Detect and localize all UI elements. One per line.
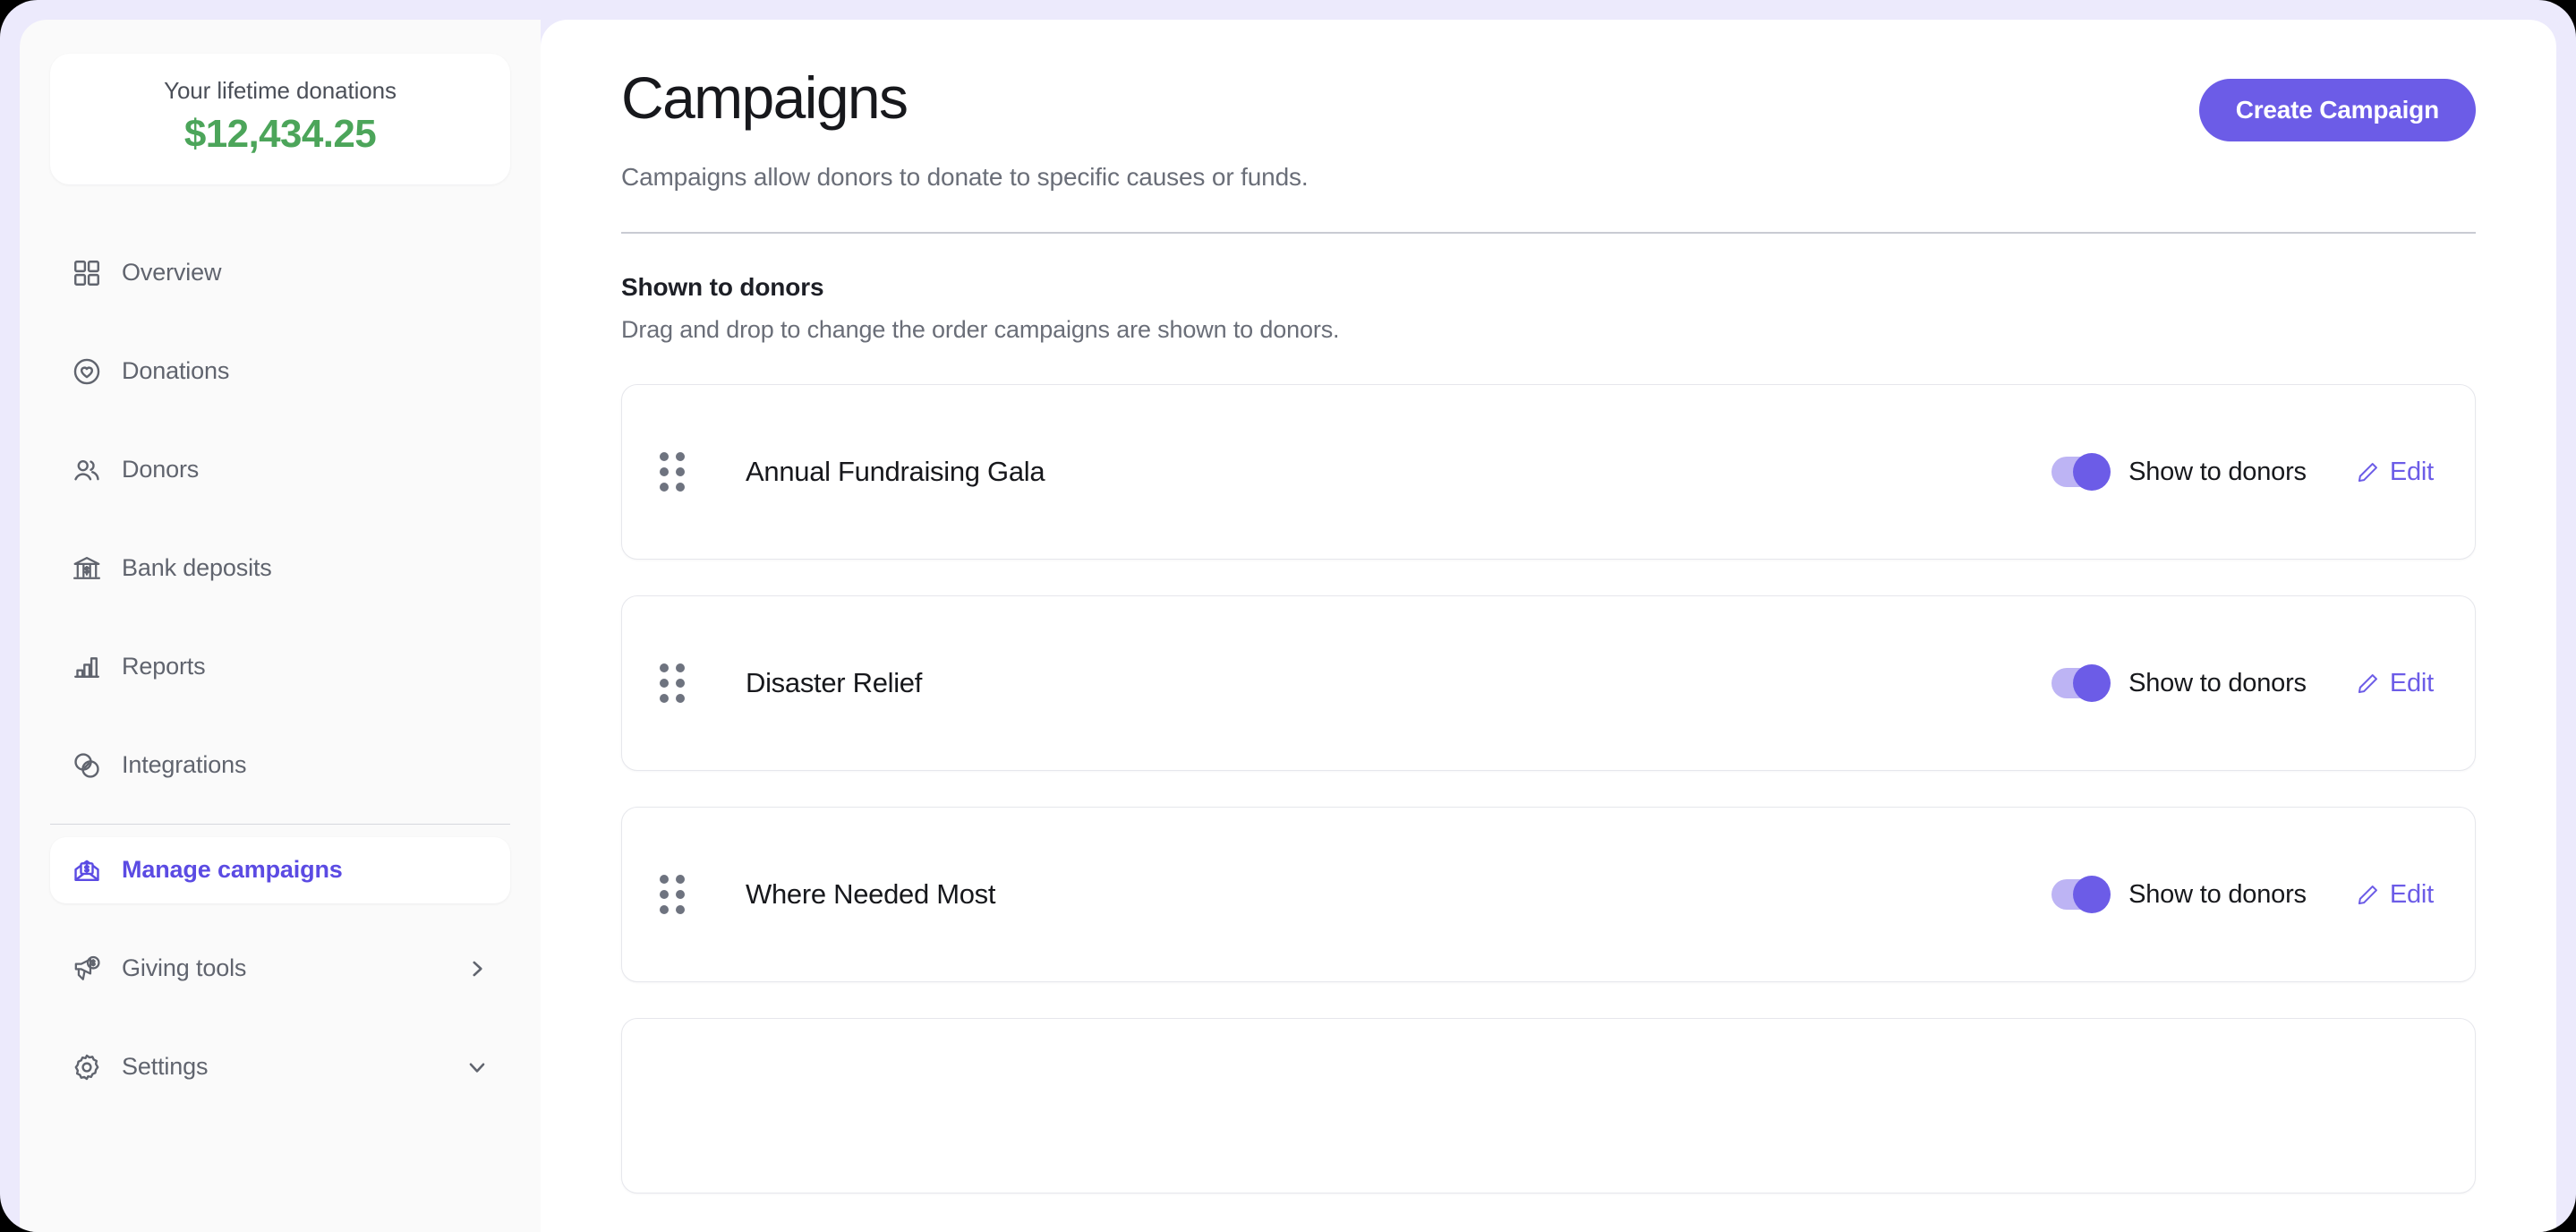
sidebar-item-label: Integrations <box>122 751 247 779</box>
chevron-down-icon[interactable] <box>465 1056 489 1079</box>
gear-icon <box>72 1052 102 1082</box>
users-icon <box>72 455 102 485</box>
sidebar-divider <box>50 823 510 825</box>
megaphone-money-icon <box>72 954 102 984</box>
venn-circles-icon <box>72 750 102 781</box>
edit-campaign-link[interactable]: Edit <box>2356 669 2434 698</box>
chevron-right-icon[interactable] <box>465 957 489 980</box>
campaign-row[interactable]: Where Needed Most Show to donors Edit <box>621 807 2476 982</box>
sidebar-item-label: Donors <box>122 456 200 483</box>
campaign-row-partial[interactable] <box>621 1018 2476 1194</box>
campaign-list: Annual Fundraising Gala Show to donors E… <box>621 384 2476 1194</box>
lifetime-donations-label: Your lifetime donations <box>164 77 397 104</box>
main-content-panel: Campaigns Create Campaign Campaigns allo… <box>541 20 2556 1232</box>
sidebar-item-label: Giving tools <box>122 954 247 982</box>
edit-label: Edit <box>2389 457 2434 486</box>
show-to-donors-label: Show to donors <box>2128 457 2307 486</box>
show-to-donors-toggle[interactable] <box>2051 876 2111 913</box>
drag-handle-icon[interactable] <box>660 875 690 914</box>
sidebar-nav: Overview Donations Donors Bank deposits … <box>50 240 510 1100</box>
page-header: Campaigns Create Campaign <box>621 64 2476 141</box>
edit-label: Edit <box>2389 879 2434 909</box>
sidebar-item-bank-deposits[interactable]: Bank deposits <box>50 535 510 602</box>
page-subtitle: Campaigns allow donors to donate to spec… <box>621 163 1309 191</box>
campaign-controls: Show to donors Edit <box>2051 876 2434 913</box>
drag-handle-icon[interactable] <box>660 663 690 703</box>
lifetime-donations-amount: $12,434.25 <box>183 112 377 157</box>
sidebar-item-label: Overview <box>122 259 222 287</box>
campaign-row[interactable]: Annual Fundraising Gala Show to donors E… <box>621 384 2476 560</box>
section-heading: Shown to donors <box>621 273 824 301</box>
header-divider <box>621 232 2476 234</box>
campaign-name: Annual Fundraising Gala <box>746 456 1045 487</box>
heart-circle-icon <box>72 356 102 387</box>
show-to-donors-label: Show to donors <box>2128 879 2307 909</box>
sidebar-item-label: Manage campaigns <box>122 856 343 884</box>
app-shell: Your lifetime donations $12,434.25 Overv <box>20 20 2556 1232</box>
envelope-money-icon <box>72 855 102 886</box>
sidebar-item-integrations[interactable]: Integrations <box>50 732 510 799</box>
campaign-name: Disaster Relief <box>746 667 923 698</box>
sidebar-item-donors[interactable]: Donors <box>50 437 510 503</box>
pencil-icon <box>2356 672 2380 696</box>
create-campaign-button[interactable]: Create Campaign <box>2198 79 2476 141</box>
sidebar-item-settings[interactable]: Settings <box>50 1034 510 1100</box>
campaign-controls: Show to donors Edit <box>2051 453 2434 491</box>
sidebar-item-label: Bank deposits <box>122 554 272 582</box>
show-to-donors-label: Show to donors <box>2128 668 2307 697</box>
edit-campaign-link[interactable]: Edit <box>2356 458 2434 487</box>
show-to-donors-toggle[interactable] <box>2051 453 2111 491</box>
app-window: Your lifetime donations $12,434.25 Overv <box>0 0 2576 1232</box>
campaign-row[interactable]: Disaster Relief Show to donors Edit <box>621 595 2476 771</box>
sidebar-item-overview[interactable]: Overview <box>50 240 510 306</box>
grid-icon <box>72 258 102 288</box>
drag-handle-icon[interactable] <box>660 452 690 492</box>
sidebar-item-label: Settings <box>122 1053 209 1081</box>
section-description: Drag and drop to change the order campai… <box>621 316 1340 343</box>
bar-chart-icon <box>72 652 102 682</box>
lifetime-donations-card: Your lifetime donations $12,434.25 <box>50 54 510 184</box>
campaign-name: Where Needed Most <box>746 878 996 910</box>
sidebar-item-reports[interactable]: Reports <box>50 634 510 700</box>
sidebar-item-giving-tools[interactable]: Giving tools <box>50 936 510 1002</box>
pencil-icon <box>2356 883 2380 907</box>
campaign-controls: Show to donors Edit <box>2051 664 2434 702</box>
edit-campaign-link[interactable]: Edit <box>2356 880 2434 910</box>
sidebar-item-label: Reports <box>122 653 206 680</box>
page-title: Campaigns <box>621 64 908 131</box>
sidebar-item-label: Donations <box>122 357 230 385</box>
show-to-donors-toggle[interactable] <box>2051 664 2111 702</box>
sidebar: Your lifetime donations $12,434.25 Overv <box>20 20 541 1232</box>
edit-label: Edit <box>2389 668 2434 697</box>
sidebar-item-manage-campaigns[interactable]: Manage campaigns <box>50 836 510 903</box>
bank-icon <box>72 553 102 584</box>
pencil-icon <box>2356 460 2380 484</box>
sidebar-item-donations[interactable]: Donations <box>50 338 510 405</box>
